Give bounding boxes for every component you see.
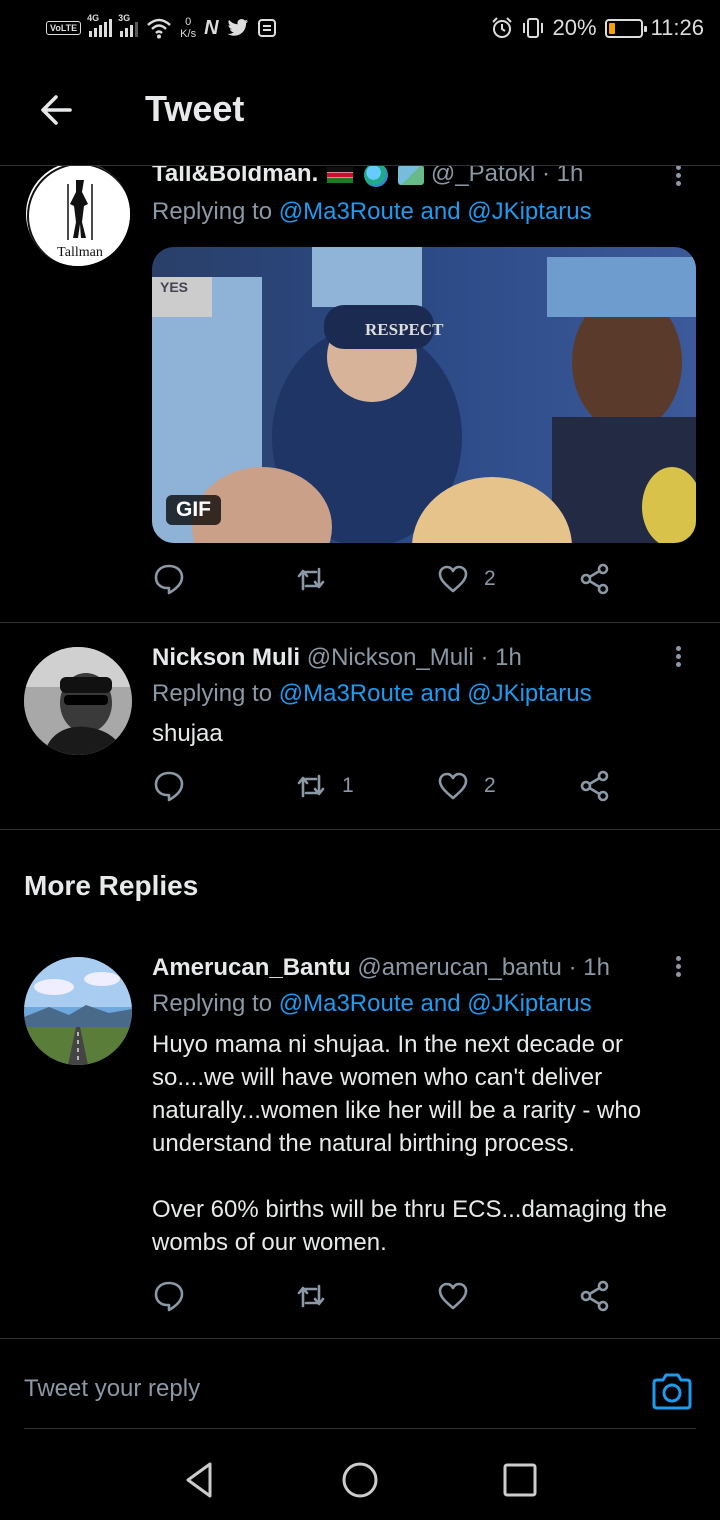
retweet-button[interactable] — [294, 562, 342, 596]
more-options-icon[interactable] — [668, 643, 688, 673]
share-button[interactable] — [578, 1279, 612, 1313]
replying-to-links[interactable]: @Ma3Route and @JKiptarus — [279, 680, 592, 707]
heart-icon — [438, 1282, 468, 1310]
retweet-count: 1 — [342, 774, 354, 797]
tallman-logo-icon: Tallman — [27, 163, 130, 266]
gif-image: YES RESPECT — [152, 247, 696, 543]
more-options-icon[interactable] — [668, 953, 688, 983]
replying-to-links[interactable]: @Ma3Route and @JKiptarus — [279, 990, 592, 1017]
comment-icon — [154, 1281, 184, 1312]
reply-composer: Tweet your reply — [0, 1338, 720, 1428]
page-title: Tweet — [145, 88, 245, 129]
tweet-actions — [152, 1279, 652, 1319]
tweet-text: Huyo mama ni shujaa. In the next decade … — [152, 1028, 700, 1259]
share-icon — [580, 563, 609, 595]
share-button[interactable] — [578, 769, 612, 803]
heart-icon — [438, 565, 468, 593]
retweet-icon — [297, 567, 325, 591]
share-icon — [580, 770, 609, 802]
camera-icon[interactable] — [650, 1371, 694, 1411]
replying-to-links[interactable]: @Ma3Route and @JKiptarus — [279, 198, 592, 225]
nav-home-icon[interactable] — [340, 1460, 380, 1500]
globe-icon — [363, 162, 388, 187]
heart-icon — [438, 772, 468, 800]
user-photo — [24, 957, 132, 1065]
tweet-actions: 2 — [152, 562, 652, 602]
share-icon — [580, 1280, 609, 1312]
retweet-button[interactable] — [294, 1279, 342, 1313]
tweet-author-line: Amerucan_Bantu @amerucan_bantu · 1h — [152, 954, 610, 982]
replying-to: Replying to @Ma3Route and @JKiptarus — [152, 198, 592, 225]
gif-badge: GIF — [166, 495, 221, 525]
tweet-time: · 1h — [568, 954, 610, 981]
like-button[interactable]: 2 — [436, 562, 496, 596]
reply-button[interactable] — [152, 1279, 200, 1313]
avatar[interactable]: Tallman — [24, 160, 132, 268]
like-count: 2 — [484, 567, 496, 590]
system-nav-bar — [0, 1430, 720, 1520]
author-handle: @amerucan_bantu — [357, 954, 562, 981]
nav-recents-icon[interactable] — [500, 1460, 540, 1500]
comment-icon — [154, 564, 184, 595]
reply-input[interactable]: Tweet your reply — [24, 1375, 200, 1403]
nav-back-icon[interactable] — [180, 1460, 220, 1500]
tweet-author-line: Nickson Muli @Nickson_Muli · 1h — [152, 644, 522, 672]
author-handle: @Nickson_Muli — [306, 644, 474, 671]
arrow-left-icon[interactable] — [32, 86, 80, 134]
top-app-bar: Tweet — [0, 56, 720, 166]
user-photo — [24, 647, 132, 755]
gif-media[interactable]: YES RESPECT GIF — [152, 247, 696, 543]
tweet-item[interactable]: Nickson Muli @Nickson_Muli · 1h Replying… — [0, 623, 720, 829]
map-icon — [398, 164, 425, 185]
more-replies-heading: More Replies — [24, 870, 199, 901]
tweet-item[interactable]: Amerucan_Bantu @amerucan_bantu · 1h Repl… — [0, 933, 720, 1338]
like-count: 2 — [484, 774, 496, 797]
replying-to: Replying to @Ma3Route and @JKiptarus — [152, 990, 592, 1017]
reply-underline — [24, 1428, 696, 1429]
tweet-actions: 1 2 — [152, 769, 652, 809]
avatar[interactable] — [24, 647, 132, 755]
like-button[interactable] — [436, 1279, 484, 1313]
svg-text:YES: YES — [160, 279, 188, 295]
author-name[interactable]: Amerucan_Bantu — [152, 954, 351, 981]
like-button[interactable]: 2 — [436, 769, 496, 803]
tweet-paragraph: Over 60% births will be thru ECS...damag… — [152, 1196, 667, 1256]
replying-to: Replying to @Ma3Route and @JKiptarus — [152, 680, 592, 707]
avatar[interactable] — [24, 957, 132, 1065]
share-button[interactable] — [578, 562, 612, 596]
tweet-paragraph: Huyo mama ni shujaa. In the next decade … — [152, 1031, 642, 1157]
retweet-icon — [297, 774, 325, 798]
more-options-icon[interactable] — [668, 162, 688, 192]
reply-button[interactable] — [152, 769, 200, 803]
divider — [0, 829, 720, 830]
retweet-icon — [297, 1284, 325, 1308]
comment-icon — [154, 771, 184, 802]
tweet-time: · 1h — [480, 644, 522, 671]
svg-text:RESPECT: RESPECT — [365, 320, 444, 339]
reply-button[interactable] — [152, 562, 200, 596]
tweet-text: shujaa — [152, 720, 223, 747]
author-name[interactable]: Nickson Muli — [152, 644, 300, 671]
retweet-button[interactable]: 1 — [294, 769, 354, 803]
kenya-flag-icon — [326, 166, 353, 183]
svg-text:Tallman: Tallman — [57, 245, 103, 260]
